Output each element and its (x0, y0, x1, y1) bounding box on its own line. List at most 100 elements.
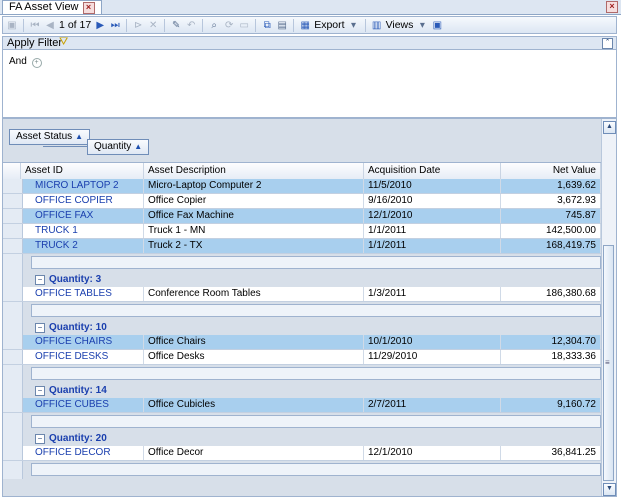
undo-icon[interactable]: ↶ (185, 18, 197, 32)
views-dropdown-icon[interactable]: ▾ (416, 18, 428, 32)
toolbar: ▣ ⏮ ◀ 1 of 17 ▶ ⏭ ⊳ ✕ ✎ ↶ ⌕ ⟳ ▭ ⧉ ▤ ▦ Ex… (2, 16, 617, 34)
table-row[interactable]: TRUCK 1 Truck 1 - MN 1/1/2011 142,500.00 (3, 224, 601, 239)
toolbar-separator (202, 18, 204, 32)
group-header[interactable]: − Quantity: 20 (3, 431, 601, 446)
column-header-net-value[interactable]: Net Value (501, 163, 601, 179)
apply-filter-header[interactable]: Apply Filter ⛛ ⌃ (2, 36, 617, 50)
row-selector[interactable] (3, 398, 23, 412)
paste-icon[interactable]: ▤ (276, 18, 288, 32)
row-selector (3, 254, 23, 272)
first-page-icon[interactable]: ⏮ (29, 18, 41, 32)
toolbar-separator (23, 18, 24, 32)
asset-id-cell[interactable]: TRUCK 2 (31, 239, 144, 253)
table-row[interactable]: OFFICE CHAIRS Office Chairs 10/1/2010 12,30… (3, 335, 601, 350)
asset-id-cell[interactable]: TRUCK 1 (31, 224, 144, 238)
collapse-group-icon[interactable]: − (35, 386, 45, 396)
row-selector[interactable] (3, 224, 23, 238)
export-button[interactable]: Export (314, 19, 344, 31)
asset-id-cell[interactable]: MICRO LAPTOP 2 (31, 179, 144, 193)
asset-id-cell[interactable]: OFFICE CHAIRS (31, 335, 144, 349)
row-selector[interactable] (3, 179, 23, 193)
column-header-description[interactable]: Asset Description (144, 163, 364, 179)
description-cell: Micro-Laptop Computer 2 (144, 179, 364, 193)
row-selector[interactable] (3, 209, 23, 223)
asset-id-cell[interactable]: OFFICE DESKS (31, 350, 144, 364)
column-header-asset-id[interactable]: Asset ID (21, 163, 144, 179)
export-dropdown-icon[interactable]: ▾ (348, 18, 360, 32)
table-row[interactable]: OFFICE FAX Office Fax Machine 12/1/2010 745… (3, 209, 601, 224)
add-condition-icon[interactable]: + (31, 58, 42, 68)
print-preview-icon[interactable]: ⌕ (208, 18, 220, 32)
notes-icon[interactable]: ▭ (238, 18, 250, 32)
table-row[interactable]: OFFICE COPIER Office Copier 9/16/2010 3,672… (3, 194, 601, 209)
net-value-cell: 36,841.25 (501, 446, 601, 460)
acquisition-date-cell: 12/1/2010 (364, 209, 501, 223)
description-cell: Office Chairs (144, 335, 364, 349)
asset-id-cell[interactable]: OFFICE FAX (31, 209, 144, 223)
group-by-area: Asset Status ▲ Quantity ▲ (3, 119, 601, 161)
description-cell: Office Cubicles (144, 398, 364, 412)
next-page-icon[interactable]: ▶ (94, 18, 106, 32)
last-page-icon[interactable]: ⏭ (109, 18, 121, 32)
table-row[interactable]: OFFICE CUBES Office Cubicles 2/7/2011 9,160… (3, 398, 601, 413)
row-selector[interactable] (3, 239, 23, 253)
apply-filter-title: Apply Filter (7, 37, 63, 49)
edit-icon[interactable]: ✎ (170, 18, 182, 32)
save-view-icon[interactable]: ▣ (431, 18, 443, 32)
scroll-down-icon[interactable]: ▼ (603, 483, 616, 496)
group-footer (3, 413, 601, 431)
filter-and-label[interactable]: And + (9, 56, 42, 68)
group-summary-box (31, 304, 601, 317)
acquisition-date-cell: 2/7/2011 (364, 398, 501, 412)
group-title: Quantity: 3 (49, 274, 102, 285)
collapse-group-icon[interactable]: − (35, 434, 45, 444)
group-chip-quantity[interactable]: Quantity ▲ (87, 139, 150, 155)
table-row[interactable]: MICRO LAPTOP 2 Micro-Laptop Computer 2 11/… (3, 179, 601, 194)
copy-icon[interactable]: ⧉ (261, 18, 273, 32)
close-tab-icon[interactable]: × (82, 1, 95, 14)
row-selector[interactable] (3, 287, 23, 301)
scroll-up-icon[interactable]: ▲ (603, 121, 616, 134)
row-selector[interactable] (3, 194, 23, 208)
new-record-icon[interactable]: ⊳ (132, 18, 144, 32)
collapse-group-icon[interactable]: − (35, 323, 45, 333)
acquisition-date-cell: 11/29/2010 (364, 350, 501, 364)
row-selector (3, 431, 23, 446)
save-icon[interactable]: ▣ (6, 18, 18, 32)
views-icon[interactable]: ▥ (371, 18, 383, 32)
table-row[interactable]: OFFICE DESKS Office Desks 11/29/2010 18,333… (3, 350, 601, 365)
table-row[interactable]: OFFICE DECOR Office Decor 12/1/2010 36,841.… (3, 446, 601, 461)
close-window-icon[interactable]: × (606, 1, 618, 13)
column-header-acquisition-date[interactable]: Acquisition Date (364, 163, 501, 179)
description-cell: Office Copier (144, 194, 364, 208)
acquisition-date-cell: 10/1/2010 (364, 335, 501, 349)
table-row[interactable]: OFFICE TABLES Conference Room Tables 1/3/2… (3, 287, 601, 302)
asset-id-cell[interactable]: OFFICE TABLES (31, 287, 144, 301)
table-row[interactable]: TRUCK 2 Truck 2 - TX 1/1/2011 168,419.75 (3, 239, 601, 254)
refresh-icon[interactable]: ⟳ (223, 18, 235, 32)
row-selector[interactable] (3, 350, 23, 364)
collapse-group-icon[interactable]: − (35, 275, 45, 285)
delete-icon[interactable]: ✕ (147, 18, 159, 32)
views-button[interactable]: Views (386, 19, 414, 31)
vertical-scrollbar[interactable]: ▲ ≡ ▼ (601, 119, 616, 496)
group-chip-quantity-label: Quantity (94, 141, 132, 152)
row-selector[interactable] (3, 446, 23, 460)
group-header[interactable]: − Quantity: 10 (3, 320, 601, 335)
description-cell: Office Desks (144, 350, 364, 364)
group-header[interactable]: − Quantity: 14 (3, 383, 601, 398)
acquisition-date-cell: 1/1/2011 (364, 224, 501, 238)
group-chip-asset-status[interactable]: Asset Status ▲ (9, 129, 91, 145)
collapse-filter-icon[interactable]: ⌃ (602, 38, 613, 49)
prev-page-icon[interactable]: ◀ (44, 18, 56, 32)
export-icon[interactable]: ▦ (299, 18, 311, 32)
asset-id-cell[interactable]: OFFICE CUBES (31, 398, 144, 412)
row-selector[interactable] (3, 335, 23, 349)
group-header[interactable]: − Quantity: 3 (3, 272, 601, 287)
asset-id-cell[interactable]: OFFICE DECOR (31, 446, 144, 460)
asset-grid: Asset Status ▲ Quantity ▲ Asset ID Asset D… (2, 118, 617, 497)
asset-id-cell[interactable]: OFFICE COPIER (31, 194, 144, 208)
scroll-thumb[interactable]: ≡ (603, 245, 614, 481)
page-current[interactable]: 1 (59, 19, 65, 31)
tab-fa-asset-view[interactable]: FA Asset View × (2, 0, 102, 14)
